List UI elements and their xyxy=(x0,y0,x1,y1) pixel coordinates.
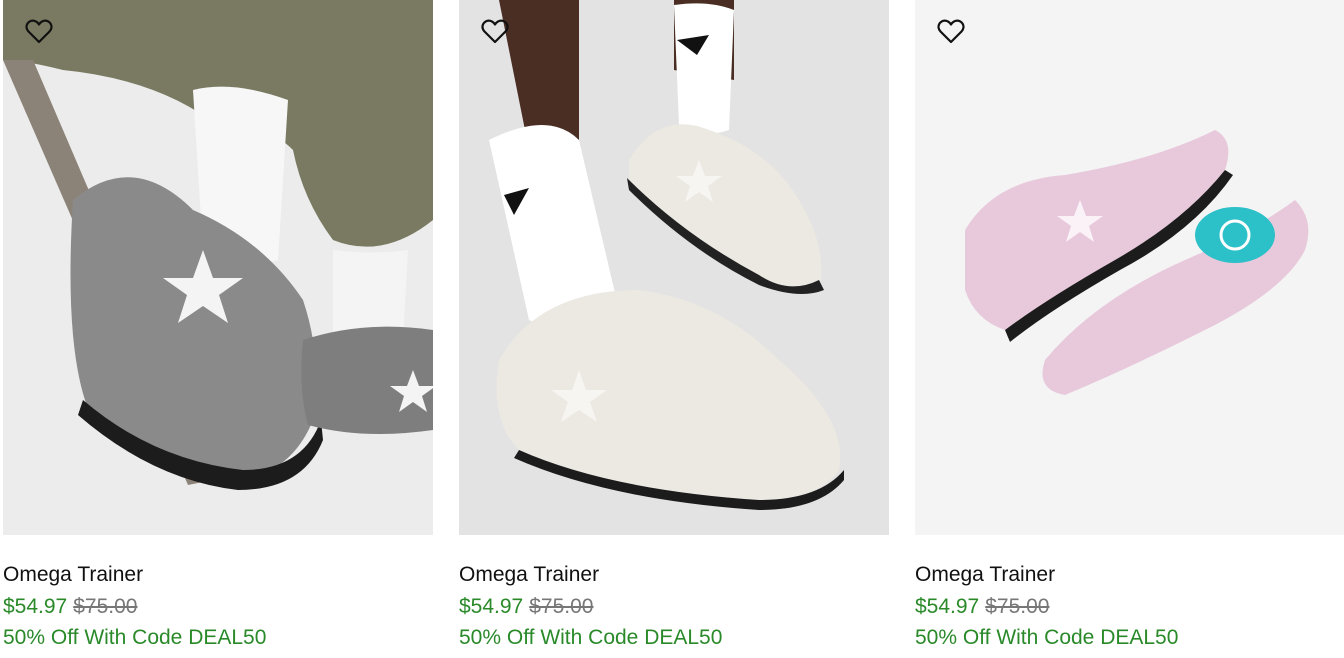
promo-text: 50% Off With Code DEAL50 xyxy=(3,626,267,649)
product-title[interactable]: Omega Trainer xyxy=(915,563,1055,587)
promo-text: 50% Off With Code DEAL50 xyxy=(459,626,723,649)
price-row: $54.97 $75.00 xyxy=(915,595,1049,619)
wishlist-heart-icon[interactable] xyxy=(935,15,967,47)
original-price: $75.00 xyxy=(985,595,1050,618)
product-image[interactable] xyxy=(915,0,1344,535)
sale-price: $54.97 xyxy=(3,595,68,618)
product-card[interactable]: Omega Trainer $54.97 $75.00 50% Off With … xyxy=(915,0,1344,658)
original-price: $75.00 xyxy=(529,595,594,618)
promo-text: 50% Off With Code DEAL50 xyxy=(915,626,1179,649)
product-grid: Omega Trainer $54.97 $75.00 50% Off With … xyxy=(0,0,1344,658)
product-title[interactable]: Omega Trainer xyxy=(3,563,143,587)
original-price: $75.00 xyxy=(73,595,138,618)
sale-price: $54.97 xyxy=(459,595,524,618)
product-card[interactable]: Omega Trainer $54.97 $75.00 50% Off With … xyxy=(3,0,433,658)
product-title[interactable]: Omega Trainer xyxy=(459,563,599,587)
price-row: $54.97 $75.00 xyxy=(3,595,137,619)
price-row: $54.97 $75.00 xyxy=(459,595,593,619)
product-image[interactable] xyxy=(3,0,433,535)
wishlist-heart-icon[interactable] xyxy=(479,15,511,47)
product-card[interactable]: Omega Trainer $54.97 $75.00 50% Off With … xyxy=(459,0,889,658)
sale-price: $54.97 xyxy=(915,595,980,618)
wishlist-heart-icon[interactable] xyxy=(23,15,55,47)
product-image[interactable] xyxy=(459,0,889,535)
